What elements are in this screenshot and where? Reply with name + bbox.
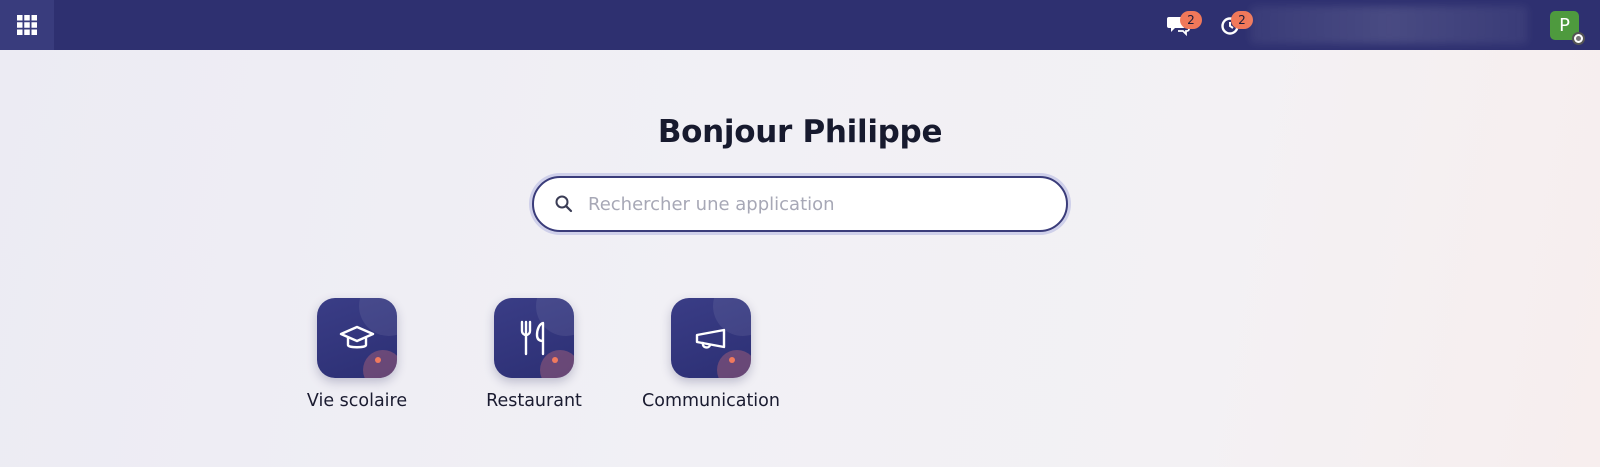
avatar[interactable]: P	[1550, 11, 1585, 45]
app-launcher-button[interactable]	[0, 0, 54, 50]
app-vie-scolaire[interactable]: Vie scolaire	[277, 298, 437, 411]
fork-knife-icon	[520, 320, 545, 356]
notification-dot	[375, 357, 381, 363]
status-icon	[1572, 32, 1585, 45]
notification-dot	[552, 357, 558, 363]
megaphone-icon	[695, 328, 726, 349]
app-label: Restaurant	[486, 391, 582, 411]
app-label: Communication	[642, 391, 780, 411]
app-communication[interactable]: Communication	[631, 298, 791, 411]
notification-dot	[729, 357, 735, 363]
messages-badge: 2	[1180, 11, 1202, 29]
search-icon	[555, 195, 573, 213]
search-box[interactable]	[532, 176, 1068, 232]
graduation-cap-icon	[339, 325, 375, 349]
search-input[interactable]	[588, 184, 1028, 224]
page-title: Bonjour Philippe	[657, 114, 943, 150]
app-tile[interactable]	[671, 298, 751, 378]
app-label: Vie scolaire	[306, 391, 408, 411]
app-restaurant[interactable]: Restaurant	[454, 298, 614, 411]
notifications-button[interactable]: 2	[1218, 11, 1253, 38]
user-name-redacted[interactable]	[1250, 6, 1528, 44]
app-grid-icon	[17, 15, 37, 35]
app-tile[interactable]	[494, 298, 574, 378]
messages-button[interactable]: 2	[1166, 11, 1202, 38]
avatar-initial: P	[1559, 15, 1570, 36]
top-bar: 2 2 P	[0, 0, 1600, 50]
app-tile[interactable]	[317, 298, 397, 378]
